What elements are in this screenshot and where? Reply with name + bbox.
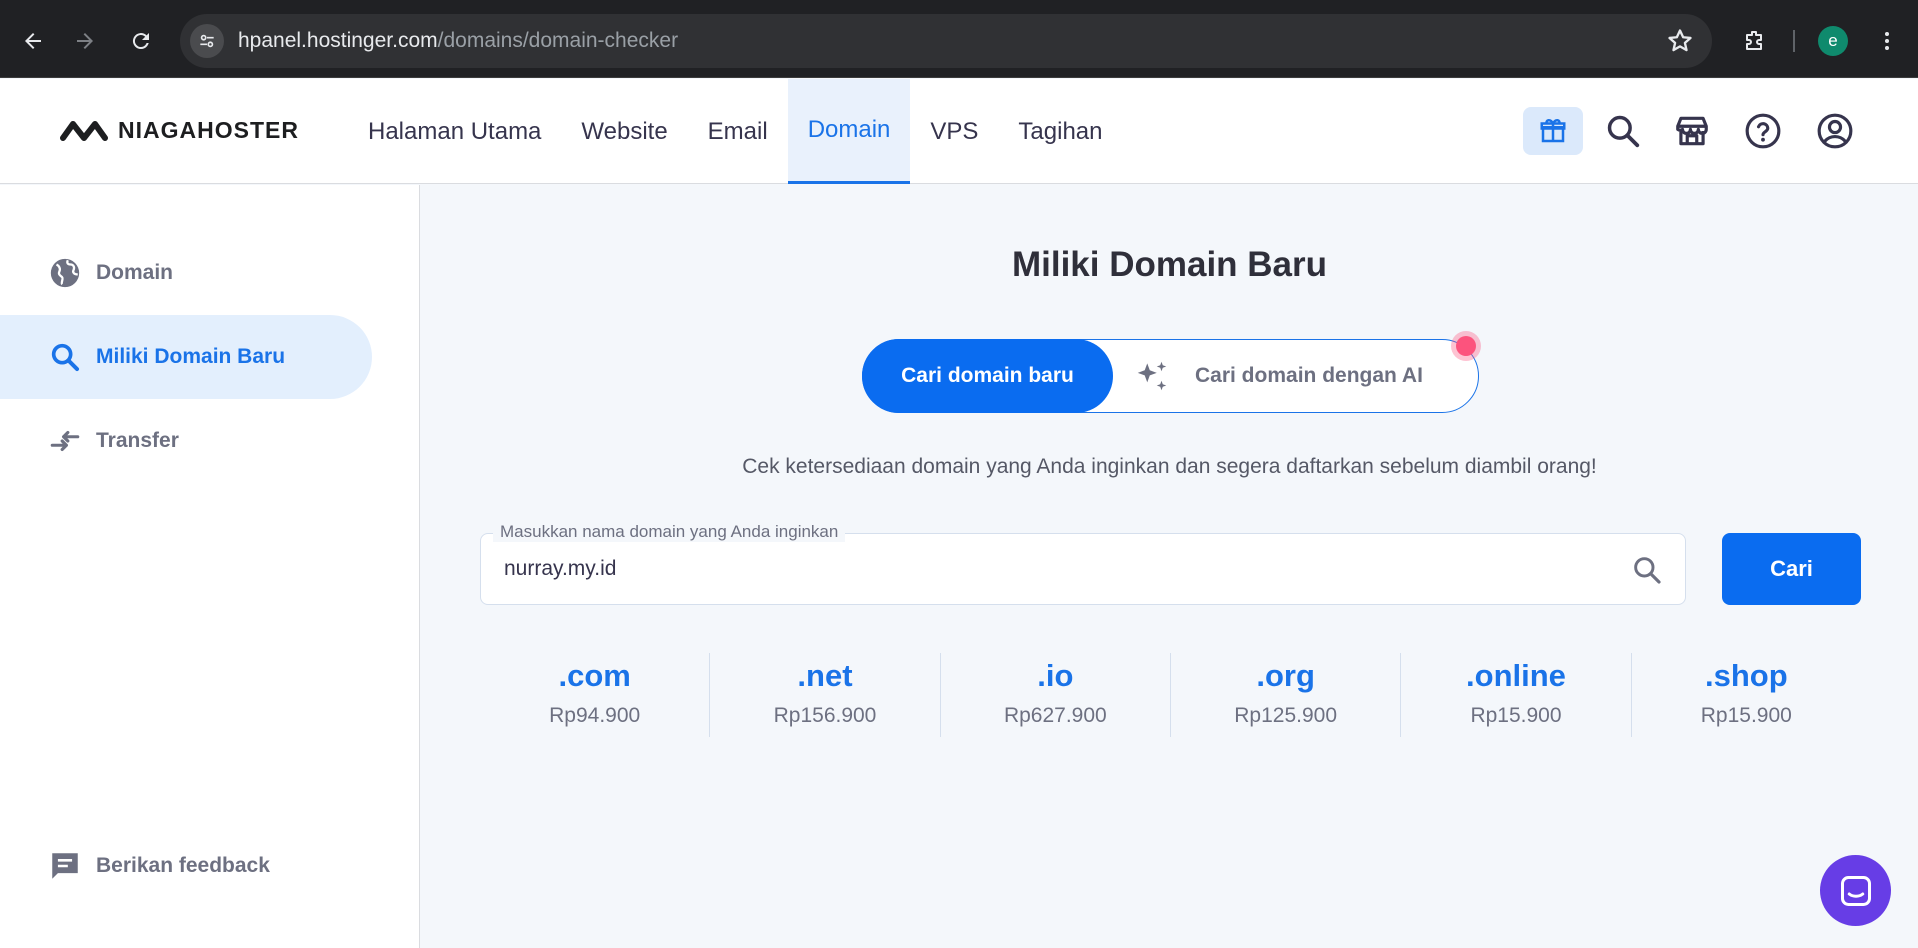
tld-name: .shop bbox=[1704, 658, 1788, 693]
url-host: hpanel.hostinger.com bbox=[238, 29, 438, 52]
browser-toolbar: hpanel.hostinger.com/domains/domain-chec… bbox=[0, 0, 1918, 78]
tld-price: Rp94.900 bbox=[549, 704, 641, 727]
chat-launcher-button[interactable] bbox=[1820, 855, 1891, 926]
sidebar: Domain Miliki Domain Baru Transfer Berik… bbox=[0, 185, 420, 948]
tld-item[interactable]: .net Rp156.900 bbox=[710, 653, 941, 737]
domain-search-input[interactable] bbox=[504, 552, 1604, 586]
niagahoster-logo[interactable]: NIAGAHOSTER bbox=[60, 117, 299, 144]
store-icon[interactable] bbox=[1670, 109, 1714, 153]
page-subtitle: Cek ketersediaan domain yang Anda ingink… bbox=[742, 455, 1597, 478]
tld-item[interactable]: .online Rp15.900 bbox=[1401, 653, 1632, 737]
logo-mark-icon bbox=[60, 120, 108, 141]
sidebar-item-miliki-domain-baru[interactable]: Miliki Domain Baru bbox=[0, 315, 372, 399]
nav-domain[interactable]: Domain bbox=[787, 79, 911, 184]
tld-item[interactable]: .io Rp627.900 bbox=[941, 653, 1171, 737]
tld-name: .net bbox=[797, 658, 853, 693]
reload-icon[interactable] bbox=[122, 22, 160, 60]
sparkles-icon bbox=[1137, 361, 1167, 391]
nav-tagihan[interactable]: Tagihan bbox=[998, 79, 1122, 184]
search-mode-toggle: Cari domain baru Cari domain dengan AI bbox=[862, 339, 1479, 413]
tld-price: Rp15.900 bbox=[1700, 704, 1792, 727]
tld-price-list: .com Rp94.900 .net Rp156.900 .io Rp627.9… bbox=[480, 653, 1861, 737]
sidebar-item-transfer[interactable]: Transfer bbox=[0, 399, 372, 483]
address-bar[interactable]: hpanel.hostinger.com/domains/domain-chec… bbox=[180, 14, 1712, 68]
bookmark-star-icon[interactable] bbox=[1666, 27, 1694, 55]
app-header: NIAGAHOSTER Halaman Utama Website Email … bbox=[0, 79, 1918, 184]
account-icon[interactable] bbox=[1813, 109, 1857, 153]
mode-ai-label: Cari domain dengan AI bbox=[1195, 364, 1423, 387]
tld-name: .io bbox=[1037, 658, 1074, 693]
sidebar-item-label: Domain bbox=[96, 261, 174, 284]
tld-name: .org bbox=[1256, 658, 1315, 693]
globe-icon bbox=[50, 258, 80, 288]
chat-icon bbox=[1840, 875, 1871, 906]
tld-price: Rp627.900 bbox=[1003, 704, 1107, 727]
main-content: Miliki Domain Baru Cari domain baru Cari… bbox=[421, 185, 1918, 948]
site-settings-icon[interactable] bbox=[190, 24, 224, 58]
tld-item[interactable]: .shop Rp15.900 bbox=[1632, 653, 1861, 737]
url-path: /domains/domain-checker bbox=[437, 29, 679, 52]
nav-website[interactable]: Website bbox=[561, 79, 687, 184]
sidebar-item-domain[interactable]: Domain bbox=[0, 231, 372, 315]
profile-avatar[interactable]: e bbox=[1818, 26, 1848, 56]
page-title: Miliki Domain Baru bbox=[1011, 245, 1328, 284]
tld-item[interactable]: .org Rp125.900 bbox=[1171, 653, 1402, 737]
domain-search-label: Masukkan nama domain yang Anda inginkan bbox=[493, 522, 846, 542]
nav-halaman-utama[interactable]: Halaman Utama bbox=[348, 79, 561, 184]
sidebar-item-label: Miliki Domain Baru bbox=[96, 345, 286, 368]
url-text: hpanel.hostinger.com/domains/domain-chec… bbox=[238, 29, 678, 53]
tld-price: Rp125.900 bbox=[1234, 704, 1338, 727]
main-nav: Halaman Utama Website Email Domain VPS T… bbox=[348, 79, 1123, 184]
feedback-label: Berikan feedback bbox=[96, 854, 270, 877]
feedback-icon bbox=[52, 853, 78, 879]
domain-search-field: Masukkan nama domain yang Anda inginkan bbox=[480, 522, 1686, 605]
search-icon[interactable] bbox=[1631, 554, 1663, 586]
tld-name: .com bbox=[558, 658, 631, 693]
tld-price: Rp15.900 bbox=[1470, 704, 1562, 727]
browser-menu-icon[interactable] bbox=[1868, 22, 1906, 60]
tld-name: .online bbox=[1466, 658, 1566, 693]
forward-icon[interactable] bbox=[66, 22, 104, 60]
search-button[interactable]: Cari bbox=[1722, 533, 1861, 605]
toolbar-divider bbox=[1793, 30, 1795, 52]
mode-cari-domain-ai[interactable]: Cari domain dengan AI bbox=[1133, 340, 1423, 412]
mode-cari-domain-baru[interactable]: Cari domain baru bbox=[862, 339, 1113, 413]
back-icon[interactable] bbox=[14, 22, 52, 60]
extensions-icon[interactable] bbox=[1735, 22, 1773, 60]
nav-vps[interactable]: VPS bbox=[910, 79, 998, 184]
transfer-icon bbox=[50, 430, 80, 452]
search-icon[interactable] bbox=[1601, 109, 1645, 153]
help-icon[interactable] bbox=[1741, 109, 1785, 153]
feedback-link[interactable]: Berikan feedback bbox=[0, 824, 372, 908]
notification-dot bbox=[1451, 331, 1481, 361]
logo-text: NIAGAHOSTER bbox=[118, 117, 299, 143]
gift-icon[interactable] bbox=[1523, 107, 1583, 155]
nav-email[interactable]: Email bbox=[688, 79, 788, 184]
sidebar-item-label: Transfer bbox=[96, 429, 179, 452]
search-icon bbox=[51, 343, 80, 372]
tld-item[interactable]: .com Rp94.900 bbox=[480, 653, 711, 737]
tld-price: Rp156.900 bbox=[773, 704, 877, 727]
